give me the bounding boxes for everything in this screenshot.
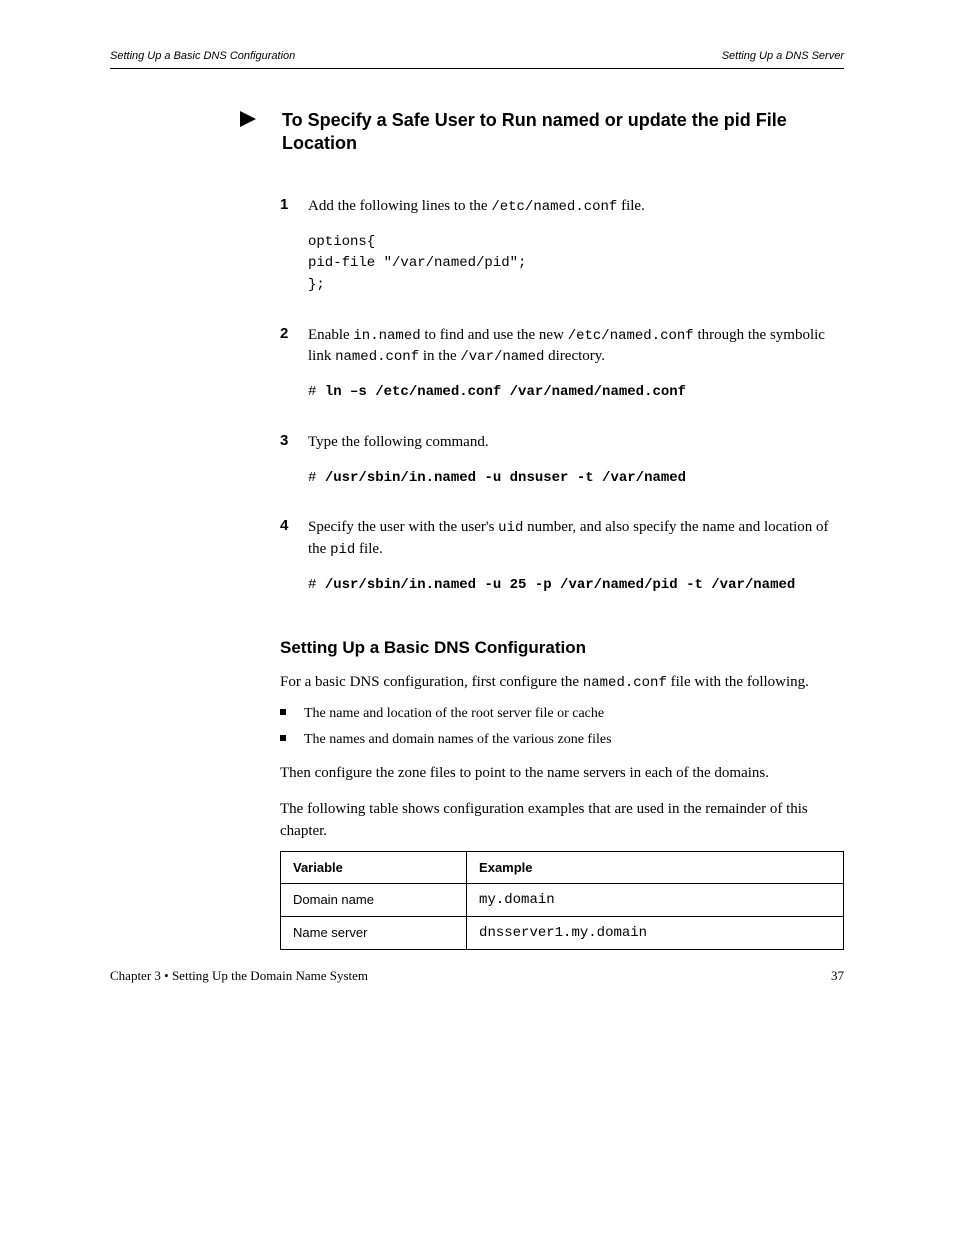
step-text: Specify the user with the user's uid num…: [308, 519, 829, 557]
command-line: # /usr/sbin/in.named -u 25 -p /var/named…: [308, 575, 844, 597]
inline-code: /etc/named.conf: [568, 328, 694, 344]
step-text: Type the following command.: [308, 434, 489, 450]
code-block: options{ pid-file "/var/named/pid"; };: [308, 232, 844, 297]
inline-code: /etc/named.conf: [491, 199, 617, 215]
table-cell: dnsserver1.my.domain: [467, 916, 844, 949]
inline-code: uid: [498, 520, 523, 536]
step-number: 2: [280, 325, 308, 418]
header-left: Setting Up a Basic DNS Configuration: [110, 50, 295, 62]
step-text: Enable in.named to find and use the new …: [308, 327, 825, 365]
table-cell: Domain name: [281, 883, 467, 916]
table-header-row: Variable Example: [281, 851, 844, 883]
section-paragraph: Then configure the zone files to point t…: [280, 763, 844, 785]
inline-code: pid: [330, 542, 355, 558]
table-caption: The following table shows configuration …: [280, 799, 844, 843]
step-1: 1 Add the following lines to the /etc/na…: [280, 196, 844, 311]
inline-code: named.conf: [335, 349, 419, 365]
step-2: 2 Enable in.named to find and use the ne…: [280, 325, 844, 418]
table-row: Domain name my.domain: [281, 883, 844, 916]
content-body: 1 Add the following lines to the /etc/na…: [280, 196, 844, 950]
page-header: Setting Up a Basic DNS Configuration Set…: [110, 50, 844, 69]
bullet-list: The name and location of the root server…: [280, 704, 844, 749]
inline-code: in.named: [353, 328, 420, 344]
procedure-heading-row: To Specify a Safe User to Run named or u…: [110, 109, 844, 156]
section-heading: Setting Up a Basic DNS Configuration: [280, 638, 844, 658]
inline-code: /var/named: [460, 349, 544, 365]
table-header: Example: [467, 851, 844, 883]
table-header: Variable: [281, 851, 467, 883]
footer-left: Chapter 3 • Setting Up the Domain Name S…: [110, 968, 368, 984]
config-examples-table: Variable Example Domain name my.domain N…: [280, 851, 844, 950]
list-item: The name and location of the root server…: [280, 704, 844, 724]
table-row: Name server dnsserver1.my.domain: [281, 916, 844, 949]
step-4: 4 Specify the user with the user's uid n…: [280, 517, 844, 610]
procedure-title: To Specify a Safe User to Run named or u…: [282, 109, 844, 156]
step-text: Add the following lines to the /etc/name…: [308, 198, 645, 214]
inline-code: named.conf: [583, 675, 667, 691]
step-3: 3 Type the following command. # /usr/sbi…: [280, 432, 844, 503]
header-right: Setting Up a DNS Server: [722, 50, 844, 62]
step-number: 3: [280, 432, 308, 503]
step-number: 1: [280, 196, 308, 311]
list-item: The names and domain names of the variou…: [280, 730, 844, 750]
command-line: # ln –s /etc/named.conf /var/named/named…: [308, 382, 844, 404]
section-paragraph: For a basic DNS configuration, first con…: [280, 672, 844, 694]
square-bullet-icon: [280, 709, 286, 715]
table-cell: my.domain: [467, 883, 844, 916]
play-icon: [240, 111, 256, 127]
command-line: # /usr/sbin/in.named -u dnsuser -t /var/…: [308, 468, 844, 490]
page-footer: Chapter 3 • Setting Up the Domain Name S…: [110, 968, 844, 984]
table-cell: Name server: [281, 916, 467, 949]
square-bullet-icon: [280, 735, 286, 741]
footer-page-number: 37: [831, 968, 844, 984]
step-number: 4: [280, 517, 308, 610]
